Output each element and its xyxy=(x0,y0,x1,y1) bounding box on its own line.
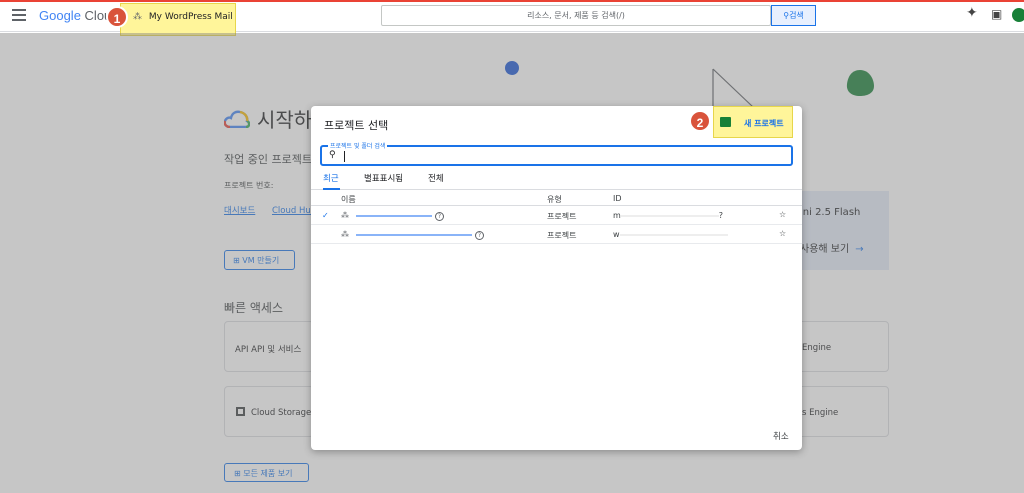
star-icon[interactable]: ☆ xyxy=(779,229,786,238)
check-icon: ✓ xyxy=(322,211,329,220)
column-name: 이름 xyxy=(341,195,356,204)
redacted-id xyxy=(619,233,728,236)
dialog-tabs: 최근 별표표시됨 전체 xyxy=(311,172,802,190)
row-id-prefix: m xyxy=(613,211,621,220)
new-project-label: 새 프로젝트 xyxy=(744,119,784,128)
row-type: 프로젝트 xyxy=(547,231,577,240)
dialog-title: 프로젝트 선택 xyxy=(324,119,389,132)
table-row[interactable]: ✓ ⁂ ? 프로젝트 m? ☆ xyxy=(311,207,802,225)
redacted-id xyxy=(620,214,719,217)
step-badge-2: 2 xyxy=(689,110,711,132)
row-id: m? xyxy=(613,211,723,220)
project-name-link[interactable]: ? xyxy=(356,230,484,240)
top-bar: Google Clou ⁂ My WordPress Mail 1 리소스, 문… xyxy=(0,0,1024,36)
search-icon: ⚲ xyxy=(329,150,336,160)
top-accent-line xyxy=(0,0,1024,2)
step-badge-1: 1 xyxy=(106,6,128,28)
text-caret xyxy=(344,151,345,162)
cloud-shell-icon[interactable]: ▣ xyxy=(991,7,1002,21)
star-icon[interactable]: ☆ xyxy=(779,210,786,219)
row-type: 프로젝트 xyxy=(547,212,577,221)
project-icon: ⁂ xyxy=(341,211,349,220)
search-button[interactable]: ⚲검색 xyxy=(771,5,816,26)
project-search-input[interactable]: 프로젝트 및 폴더 검색 ⚲ xyxy=(320,141,793,166)
help-icon[interactable]: ? xyxy=(435,212,444,221)
project-picker-button[interactable]: ⁂ My WordPress Mail xyxy=(120,3,236,36)
redacted-name xyxy=(356,214,432,217)
row-id: w xyxy=(613,230,728,239)
gemini-sparkle-icon[interactable]: ✦ xyxy=(966,5,978,21)
project-icon: ⁂ xyxy=(341,230,349,239)
project-icon: ⁂ xyxy=(133,12,142,22)
logo-google-text: Google xyxy=(39,8,81,23)
tab-all[interactable]: 전체 xyxy=(428,172,444,190)
google-cloud-logo[interactable]: Google Clou xyxy=(39,8,111,23)
project-select-dialog: 프로젝트 선택 2 새 프로젝트 프로젝트 및 폴더 검색 ⚲ 최근 별표표시됨… xyxy=(311,106,802,450)
cancel-button[interactable]: 취소 xyxy=(773,430,789,442)
tab-recent[interactable]: 최근 xyxy=(323,172,340,190)
row-id-suffix: ? xyxy=(718,211,724,220)
new-project-button[interactable]: 새 프로젝트 xyxy=(713,106,793,138)
column-type: 유형 xyxy=(547,195,562,204)
avatar[interactable] xyxy=(1012,8,1024,22)
tab-starred[interactable]: 별표표시됨 xyxy=(364,172,403,190)
help-icon[interactable]: ? xyxy=(475,231,484,240)
search-field-label: 프로젝트 및 폴더 검색 xyxy=(328,141,388,150)
redacted-name xyxy=(356,233,472,236)
menu-icon[interactable] xyxy=(12,9,26,21)
project-name-link[interactable]: ? xyxy=(356,211,444,221)
table-header: 이름 유형 ID xyxy=(311,191,802,206)
folder-add-icon xyxy=(720,117,731,127)
column-id: ID xyxy=(613,194,622,203)
table-row[interactable]: ⁂ ? 프로젝트 w ☆ xyxy=(311,226,802,244)
search-input[interactable]: 리소스, 문서, 제품 등 검색(/) xyxy=(381,5,771,26)
search-button-label: 검색 xyxy=(789,11,804,20)
project-picker-label: My WordPress Mail xyxy=(148,12,233,22)
